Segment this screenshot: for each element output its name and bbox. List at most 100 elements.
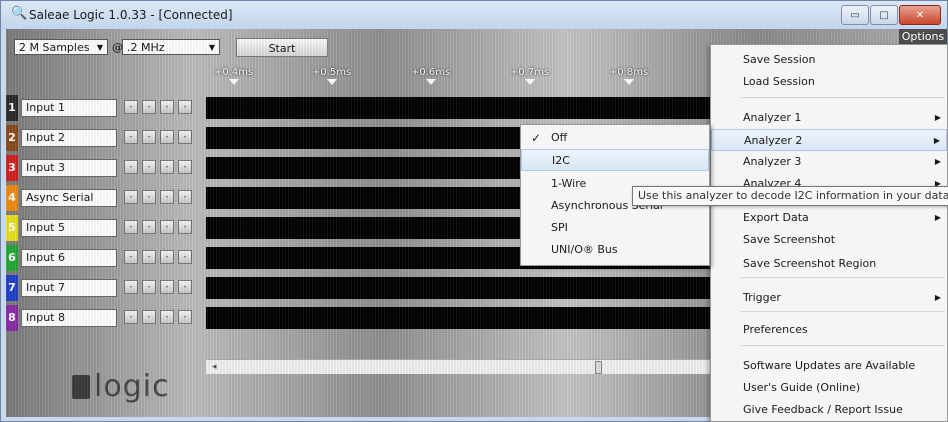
marker-icon [623, 79, 634, 85]
channel-option-button[interactable]: - [160, 160, 174, 174]
channel-buttons: ---- [124, 310, 196, 324]
menu-item-label: Save Screenshot Region [743, 257, 877, 270]
options-menu-item[interactable]: Trigger ▶ [711, 287, 947, 309]
channel-option-button[interactable]: - [142, 190, 156, 204]
submenu-arrow-icon: ▶ [934, 113, 941, 122]
channel-name-field[interactable]: Input 2 [21, 129, 117, 147]
time-ruler: +0.4ms +0.5ms +0.6ms +0.7ms +0.8ms [206, 67, 706, 89]
channel-option-button[interactable]: - [160, 280, 174, 294]
menu-item-label: Save Screenshot [743, 233, 836, 246]
channel-name-field[interactable]: Input 6 [21, 249, 117, 267]
options-menu-item[interactable]: Preferences [711, 319, 947, 341]
analyzer-option-label: I2C [552, 154, 570, 167]
menu-item-label: Analyzer 1 [743, 111, 802, 124]
chevron-down-icon: ▼ [208, 43, 215, 52]
channel-option-button[interactable]: - [124, 310, 138, 324]
channel-option-button[interactable]: - [142, 130, 156, 144]
channel-number: 6 [6, 245, 18, 271]
channel-option-button[interactable]: - [142, 250, 156, 264]
channel-option-button[interactable]: - [142, 100, 156, 114]
options-menu-item[interactable]: Load Session [711, 71, 947, 93]
channel-option-button[interactable]: - [160, 100, 174, 114]
channel-number: 2 [6, 125, 18, 151]
sample-rate-dropdown[interactable]: .2 MHz ▼ [122, 39, 220, 55]
ruler-tick: +0.7ms [510, 67, 549, 85]
analyzer-option[interactable]: I2C [521, 149, 709, 171]
minimize-button[interactable]: ▭ [841, 5, 869, 25]
sample-rate-value: .2 MHz [127, 41, 165, 54]
options-menu-item[interactable]: Analyzer 3 ▶ [711, 151, 947, 173]
channel-option-button[interactable]: - [160, 190, 174, 204]
channel-option-button[interactable]: - [178, 250, 192, 264]
analyzer-option[interactable]: SPI [521, 217, 709, 239]
channel-option-button[interactable]: - [142, 280, 156, 294]
channel-option-button[interactable]: - [160, 310, 174, 324]
channel-option-button[interactable]: - [160, 130, 174, 144]
ruler-tick: +0.6ms [411, 67, 450, 85]
channel-option-button[interactable]: - [124, 250, 138, 264]
channel-option-button[interactable]: - [142, 220, 156, 234]
channel-option-button[interactable]: - [142, 160, 156, 174]
options-menu: Save Session Load Session Analyzer 1 ▶ Analy… [710, 44, 948, 422]
options-button[interactable]: Options [899, 29, 947, 45]
channel-option-button[interactable]: - [124, 190, 138, 204]
channel-number: 7 [6, 275, 18, 301]
menu-item-label: User's Guide (Online) [743, 381, 861, 394]
submenu-arrow-icon: ▶ [934, 157, 941, 166]
options-menu-item[interactable]: Analyzer 2 ▶ [711, 129, 947, 151]
channel-option-button[interactable]: - [178, 310, 192, 324]
options-menu-item[interactable]: Export Data ▶ [711, 207, 947, 229]
options-menu-item[interactable]: Save Screenshot [711, 229, 947, 251]
channel-option-button[interactable]: - [124, 100, 138, 114]
menu-item-label: Analyzer 3 [743, 155, 802, 168]
channel-option-button[interactable]: - [178, 160, 192, 174]
submenu-arrow-icon: ▶ [933, 136, 940, 145]
title-bar[interactable]: 🔍 Saleae Logic 1.0.33 - [Connected] ▭ □ … [1, 1, 947, 29]
menu-separator [741, 311, 945, 312]
samples-dropdown[interactable]: 2 M Samples ▼ [14, 39, 108, 55]
channel-name-field[interactable]: Input 7 [21, 279, 117, 297]
channel-name-field[interactable]: Input 8 [21, 309, 117, 327]
analyzer-option-label: Off [551, 131, 568, 144]
window-controls: ▭ □ ✕ [840, 5, 941, 25]
analyzer-option-label: UNI/O® Bus [551, 243, 618, 256]
channel-option-button[interactable]: - [160, 220, 174, 234]
scroll-left-icon[interactable]: ◂ [212, 360, 217, 374]
scrollbar-thumb[interactable] [595, 361, 602, 374]
channel-option-button[interactable]: - [160, 250, 174, 264]
channel-option-button[interactable]: - [124, 220, 138, 234]
options-menu-item[interactable]: Save Session [711, 49, 947, 71]
channel-option-button[interactable]: - [178, 100, 192, 114]
analyzer-option-label: SPI [551, 221, 568, 234]
options-menu-item[interactable]: Give Feedback / Report Issue [711, 399, 947, 421]
channel-buttons: ---- [124, 100, 196, 114]
channel-buttons: ---- [124, 190, 196, 204]
options-menu-item[interactable]: Analyzer 1 ▶ [711, 107, 947, 129]
analyzer-option[interactable]: UNI/O® Bus [521, 239, 709, 261]
analyzer-option[interactable]: ✓ Off [521, 127, 709, 149]
channel-name-field[interactable]: Input 3 [21, 159, 117, 177]
channel-name-field[interactable]: Async Serial [21, 189, 117, 207]
channel-option-button[interactable]: - [124, 160, 138, 174]
ruler-tick: +0.5ms [312, 67, 351, 85]
start-button[interactable]: Start [236, 38, 328, 57]
channel-name-field[interactable]: Input 1 [21, 99, 117, 117]
channel-option-button[interactable]: - [178, 130, 192, 144]
options-menu-item[interactable]: Save Screenshot Region [711, 253, 947, 275]
channel-option-button[interactable]: - [142, 310, 156, 324]
close-button[interactable]: ✕ [899, 5, 941, 25]
channel-option-button[interactable]: - [124, 280, 138, 294]
channel-option-button[interactable]: - [124, 130, 138, 144]
maximize-button[interactable]: □ [870, 5, 898, 25]
channel-option-button[interactable]: - [178, 190, 192, 204]
marker-icon [425, 79, 436, 85]
options-menu-item[interactable]: User's Guide (Online) [711, 377, 947, 399]
channel-number: 5 [6, 215, 18, 241]
checkmark-icon: ✓ [531, 131, 542, 145]
channel-name-field[interactable]: Input 5 [21, 219, 117, 237]
submenu-arrow-icon: ▶ [934, 213, 941, 222]
channel-buttons: ---- [124, 280, 196, 294]
options-menu-item[interactable]: Software Updates are Available [711, 355, 947, 377]
channel-option-button[interactable]: - [178, 280, 192, 294]
channel-option-button[interactable]: - [178, 220, 192, 234]
